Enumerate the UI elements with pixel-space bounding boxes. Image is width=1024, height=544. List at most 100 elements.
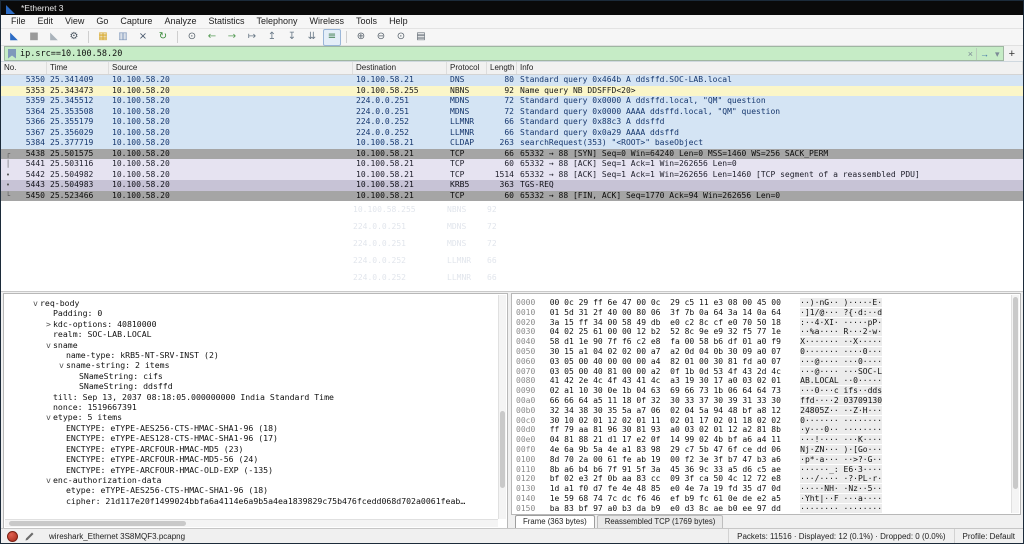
column-header-time[interactable]: Time: [47, 62, 109, 74]
collapse-arrow-icon[interactable]: v: [44, 340, 53, 350]
title-bar[interactable]: *Ethernet 3: [1, 1, 1023, 15]
zoom-in-button[interactable]: ⊕: [352, 29, 370, 46]
detail-field[interactable]: name-type: kRB5-NT-SRV-INST (2): [4, 350, 499, 360]
column-header-no[interactable]: No.: [1, 62, 47, 74]
detail-field[interactable]: cipher: 21d117e20f1499024bbfa6a4114e6a9b…: [4, 496, 499, 506]
display-filter-input[interactable]: ip.src==10.100.58.20 × → ▾: [4, 46, 1004, 61]
packet-row[interactable]: 5364 25.353508 10.100.58.20 224.0.0.251 MDNS…: [1, 106, 1023, 117]
details-vscroll-thumb[interactable]: [500, 411, 505, 488]
colorize-button[interactable]: ≡: [323, 28, 341, 46]
hex-row[interactable]: 0110 8b a6 b4 b6 7f 91 5f 3a 45 36 9c 33…: [516, 464, 883, 475]
detail-field[interactable]: ENCTYPE: eTYPE-ARCFOUR-HMAC-MD5 (23): [4, 444, 499, 454]
go-to-last-button[interactable]: ↧: [283, 29, 301, 46]
detail-field[interactable]: nonce: 1519667391: [4, 402, 499, 412]
packet-row[interactable]: ┌ 5438 25.501575 10.100.58.20 10.100.58.21 TC…: [1, 148, 1023, 159]
hex-row[interactable]: 00c0 30 10 02 01 12 02 01 11 02 01 17 02…: [516, 415, 883, 426]
zoom-reset-button[interactable]: ⊙: [392, 29, 410, 46]
packet-row[interactable]: └ 5450 25.523466 10.100.58.20 10.100.58.21 TC…: [1, 190, 1023, 201]
hex-row[interactable]: 00a0 66 66 64 a5 11 18 0f 32 30 33 37 30…: [516, 395, 883, 406]
profile-selector[interactable]: Profile: Default: [953, 529, 1023, 543]
hex-vertical-scrollbar[interactable]: [1011, 295, 1019, 513]
expand-arrow-icon[interactable]: >: [44, 319, 53, 329]
packet-bytes-pane[interactable]: 0000 00 0c 29 ff 6e 47 00 0c 29 c5 11 e3…: [511, 293, 1021, 515]
collapse-arrow-icon[interactable]: v: [57, 360, 66, 370]
menu-tools[interactable]: Tools: [350, 15, 383, 28]
capture-options-button[interactable]: ⚙: [65, 29, 83, 46]
detail-field[interactable]: ENCTYPE: eTYPE-ARCFOUR-HMAC-MD5-56 (24): [4, 454, 499, 464]
detail-field[interactable]: Padding: 0: [4, 308, 499, 318]
hex-row[interactable]: 0050 30 15 a1 04 02 02 00 a7 a2 0d 04 0b…: [516, 346, 883, 357]
menu-capture[interactable]: Capture: [114, 15, 158, 28]
auto-scroll-button[interactable]: ⇊: [303, 29, 321, 46]
hex-row[interactable]: 0070 03 05 00 40 81 00 00 a2 0f 1b 0d 53…: [516, 366, 883, 377]
expert-info-icon[interactable]: [7, 530, 18, 542]
detail-field[interactable]: v sname: [4, 340, 499, 350]
hex-row[interactable]: 0030 04 02 25 61 00 00 12 b2 52 8c 9e e9…: [516, 327, 883, 337]
detail-field[interactable]: ENCTYPE: eTYPE-ARCFOUR-HMAC-OLD-EXP (-13…: [4, 465, 499, 475]
hex-row[interactable]: 0090 02 a1 10 30 0e 1b 04 63 69 66 73 1b…: [516, 386, 883, 396]
bytes-tab-frame[interactable]: Frame (363 bytes): [515, 515, 595, 529]
detail-field[interactable]: SNameString: cifs: [4, 371, 499, 381]
detail-field[interactable]: realm: SOC-LAB.LOCAL: [4, 329, 499, 339]
details-vertical-scrollbar[interactable]: [498, 295, 506, 519]
packet-row[interactable]: 5353 25.343473 10.100.58.20 10.100.58.255 NB…: [1, 85, 1023, 96]
detail-field[interactable]: ENCTYPE: eTYPE-AES128-CTS-HMAC-SHA1-96 (…: [4, 433, 499, 443]
packet-row[interactable]: 5366 25.355179 10.100.58.20 224.0.0.252 LLMN…: [1, 117, 1023, 128]
detail-field[interactable]: SNameString: ddsffd: [4, 381, 499, 391]
column-header-info[interactable]: Info: [517, 62, 1023, 74]
column-header-destination[interactable]: Destination: [353, 62, 447, 74]
menu-telephony[interactable]: Telephony: [250, 15, 303, 28]
restart-capture-button[interactable]: ◣: [45, 29, 63, 46]
go-back-button[interactable]: ←: [203, 29, 221, 46]
details-hscroll-thumb[interactable]: [9, 521, 187, 526]
go-forward-button[interactable]: →: [223, 29, 241, 46]
hex-row[interactable]: 0150 ba 83 bf 97 a0 b3 da b9 e0 d3 8c ae…: [516, 503, 883, 514]
detail-field[interactable]: ENCTYPE: eTYPE-AES256-CTS-HMAC-SHA1-96 (…: [4, 423, 499, 433]
detail-field[interactable]: v etype: 5 items: [4, 412, 499, 422]
detail-field[interactable]: v enc-authorization-data: [4, 475, 499, 485]
start-capture-button[interactable]: ◣: [5, 29, 23, 46]
save-file-button[interactable]: ▥: [114, 29, 132, 46]
hex-row[interactable]: 0100 8d 70 2a 00 61 fe ab 19 00 f2 3e 3f…: [516, 454, 883, 465]
hex-row[interactable]: 0080 41 42 2e 4c 4f 43 41 4c a3 19 30 17…: [516, 376, 883, 386]
menu-statistics[interactable]: Statistics: [202, 15, 250, 28]
hex-row[interactable]: 0140 1e 59 68 74 7c dc f6 46 ef b9 fc 61…: [516, 493, 883, 504]
detail-field[interactable]: v req-body: [4, 298, 499, 308]
menu-go[interactable]: Go: [90, 15, 114, 28]
hex-row[interactable]: 00b0 32 34 38 30 35 5a a7 06 02 04 5a 94…: [516, 405, 883, 416]
packet-row[interactable]: • 5442 25.504982 10.100.58.20 10.100.58.21 TC…: [1, 169, 1023, 180]
capture-comment-icon[interactable]: [24, 531, 35, 542]
detail-field[interactable]: > kdc-options: 40810000: [4, 319, 499, 329]
bytes-tab-reassembled[interactable]: Reassembled TCP (1769 bytes): [596, 515, 724, 529]
hex-vscroll-thumb[interactable]: [1013, 297, 1018, 489]
detail-field[interactable]: v sname-string: 2 items: [4, 360, 499, 370]
menu-wireless[interactable]: Wireless: [304, 15, 351, 28]
hex-row[interactable]: 0040 58 d1 1e 90 7f f6 c2 e8 fa 00 58 b6…: [516, 337, 883, 347]
hex-row[interactable]: 0130 1d a1 f0 d7 fe 4e 48 85 e0 4e 7a 19…: [516, 484, 883, 494]
column-header-protocol[interactable]: Protocol: [447, 62, 487, 74]
hex-row[interactable]: 0120 bf 02 e3 2f 0b aa 83 cc 09 3f ca 50…: [516, 474, 883, 484]
menu-help[interactable]: Help: [383, 15, 414, 28]
column-header-length[interactable]: Length: [487, 62, 517, 74]
find-packet-button[interactable]: ⊙: [183, 29, 201, 46]
detail-field[interactable]: etype: eTYPE-AES256-CTS-HMAC-SHA1-96 (18…: [4, 485, 499, 495]
close-file-button[interactable]: ×: [134, 29, 152, 46]
packet-row[interactable]: │ 5441 25.503116 10.100.58.20 10.100.58.21 TC…: [1, 159, 1023, 170]
packet-row[interactable]: • 5443 25.504983 10.100.58.20 10.100.58.21 KR…: [1, 180, 1023, 191]
resize-columns-button[interactable]: ▤: [412, 29, 430, 46]
packet-row[interactable]: 5384 25.377719 10.100.58.20 10.100.58.21 CLD…: [1, 138, 1023, 149]
packet-row[interactable]: 5350 25.341409 10.100.58.20 10.100.58.21 DNS…: [1, 75, 1023, 86]
details-horizontal-scrollbar[interactable]: [5, 519, 498, 527]
menu-analyze[interactable]: Analyze: [158, 15, 202, 28]
filter-dropdown-icon[interactable]: ▾: [992, 48, 1003, 60]
menu-edit[interactable]: Edit: [32, 15, 60, 28]
column-header-source[interactable]: Source: [109, 62, 353, 74]
menu-view[interactable]: View: [59, 15, 90, 28]
collapse-arrow-icon[interactable]: v: [44, 475, 53, 485]
go-to-first-button[interactable]: ↥: [263, 29, 281, 46]
hex-row[interactable]: 0000 00 0c 29 ff 6e 47 00 0c 29 c5 11 e3…: [516, 298, 883, 308]
filter-apply-icon[interactable]: →: [976, 47, 992, 60]
hex-row[interactable]: 0060 03 05 00 40 00 00 00 a4 82 01 00 30…: [516, 356, 883, 367]
open-file-button[interactable]: ▦: [94, 29, 112, 46]
filter-clear-icon[interactable]: ×: [965, 48, 976, 60]
